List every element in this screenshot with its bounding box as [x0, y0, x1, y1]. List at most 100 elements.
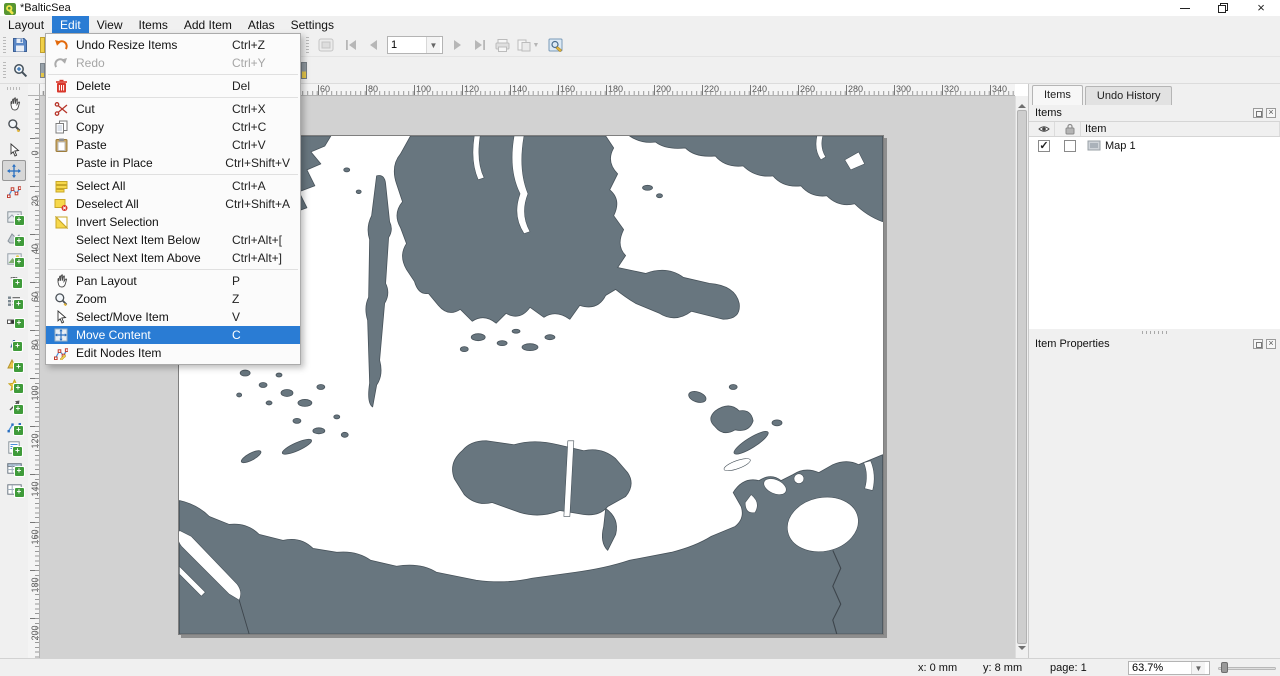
- minimize-button[interactable]: [1166, 0, 1204, 16]
- menu-item-delete[interactable]: Delete Del: [46, 77, 300, 95]
- last-feature-button[interactable]: [469, 34, 491, 56]
- tab-items[interactable]: Items: [1032, 85, 1083, 105]
- trash-icon: [49, 79, 73, 93]
- tab-undo-history[interactable]: Undo History: [1085, 86, 1173, 105]
- menu-separator: [48, 269, 298, 270]
- ruler-label: 340: [992, 84, 1007, 94]
- menu-item-paste-in-place[interactable]: Paste in Place Ctrl+Shift+V: [46, 154, 300, 172]
- zoom-in-button[interactable]: [9, 59, 31, 81]
- lock-checkbox[interactable]: [1064, 140, 1076, 152]
- cursor-x-readout: x: 0 mm: [918, 662, 957, 674]
- ruler-label: 60: [320, 84, 330, 94]
- add-legend-tool[interactable]: [2, 290, 26, 311]
- menu-item-copy[interactable]: Copy Ctrl+C: [46, 118, 300, 136]
- scrollbar-thumb[interactable]: [1017, 110, 1027, 644]
- ruler-label: 180: [30, 572, 40, 598]
- visibility-checkbox[interactable]: [1038, 140, 1050, 152]
- restore-button[interactable]: [1204, 0, 1242, 16]
- add-scalebar-tool[interactable]: [2, 311, 26, 332]
- item-row-map[interactable]: Map 1: [1029, 137, 1280, 154]
- menu-item-select-next-item-below[interactable]: Select Next Item Below Ctrl+Alt+[: [46, 231, 300, 249]
- float-panel-button[interactable]: [1253, 339, 1263, 349]
- menu-item-select-all[interactable]: Select All Ctrl+A: [46, 177, 300, 195]
- ruler-label: 220: [704, 84, 719, 94]
- ruler-label: 320: [944, 84, 959, 94]
- add-arrow-tool[interactable]: [2, 395, 26, 416]
- add-3d-map-tool[interactable]: [2, 227, 26, 248]
- ruler-label: 180: [608, 84, 623, 94]
- pan-layout-tool[interactable]: [2, 93, 26, 114]
- atlas-settings-button[interactable]: [545, 34, 567, 56]
- preview-atlas-button[interactable]: [315, 34, 337, 56]
- menu-item-shortcut: Ctrl+V: [232, 138, 290, 152]
- zoom-level-input[interactable]: [1129, 662, 1191, 674]
- move-content-tool[interactable]: [2, 160, 26, 181]
- close-button[interactable]: ×: [1242, 0, 1280, 16]
- zoom-slider-handle[interactable]: [1221, 662, 1228, 673]
- menu-edit[interactable]: Edit: [52, 16, 89, 33]
- close-panel-button[interactable]: [1266, 339, 1276, 349]
- cursor-icon: [8, 143, 21, 157]
- close-panel-button[interactable]: [1266, 108, 1276, 118]
- menu-items[interactable]: Items: [131, 16, 176, 33]
- ruler-label: 300: [896, 84, 911, 94]
- scroll-down-icon[interactable]: [1018, 646, 1026, 654]
- item-column-header: Item: [1081, 122, 1280, 136]
- export-atlas-button[interactable]: ▼: [513, 34, 543, 56]
- menu-settings[interactable]: Settings: [283, 16, 342, 33]
- add-north-arrow-tool[interactable]: A: [2, 332, 26, 353]
- previous-feature-button[interactable]: [362, 34, 384, 56]
- menu-layout[interactable]: Layout: [0, 16, 52, 33]
- scroll-up-icon[interactable]: [1018, 100, 1026, 108]
- ruler-corner: [28, 84, 40, 96]
- menu-add-item[interactable]: Add Item: [176, 16, 240, 33]
- toolbar-grip[interactable]: [306, 37, 309, 53]
- atlas-page-input[interactable]: [388, 37, 426, 53]
- chevron-down-icon[interactable]: ▼: [426, 37, 440, 53]
- ruler-label: 160: [30, 524, 40, 550]
- atlas-page-combobox[interactable]: ▼: [387, 36, 443, 54]
- edit-nodes-item-tool[interactable]: [2, 181, 26, 202]
- menu-item-pan-layout[interactable]: Pan Layout P: [46, 272, 300, 290]
- add-html-tool[interactable]: [2, 437, 26, 458]
- add-marker-tool[interactable]: [2, 374, 26, 395]
- chevron-down-icon[interactable]: ▼: [1191, 662, 1205, 674]
- menu-item-deselect-all[interactable]: Deselect All Ctrl+Shift+A: [46, 195, 300, 213]
- canvas-vertical-scrollbar[interactable]: [1015, 96, 1028, 658]
- save-project-button[interactable]: [9, 34, 31, 56]
- menu-atlas[interactable]: Atlas: [240, 16, 283, 33]
- menu-item-zoom[interactable]: Zoom Z: [46, 290, 300, 308]
- zoom-tool[interactable]: [2, 114, 26, 135]
- menu-item-move-content[interactable]: Move Content C: [46, 326, 300, 344]
- add-label-tool[interactable]: T: [2, 269, 26, 290]
- add-fixed-table-tool[interactable]: [2, 479, 26, 500]
- menu-item-undo-resize-items[interactable]: Undo Resize Items Ctrl+Z: [46, 36, 300, 54]
- add-picture-tool[interactable]: [2, 248, 26, 269]
- add-shape-tool[interactable]: [2, 353, 26, 374]
- menu-item-redo[interactable]: Redo Ctrl+Y: [46, 54, 300, 72]
- next-feature-button[interactable]: [447, 34, 469, 56]
- panel-splitter[interactable]: [1029, 329, 1280, 336]
- float-panel-button[interactable]: [1253, 108, 1263, 118]
- toolbar-grip[interactable]: [3, 62, 6, 78]
- toolbar-grip[interactable]: [3, 37, 6, 53]
- select-move-item-tool[interactable]: [2, 139, 26, 160]
- toolbar-grip[interactable]: [7, 87, 21, 90]
- menu-item-invert-selection[interactable]: Invert Selection: [46, 213, 300, 231]
- menu-item-paste[interactable]: Paste Ctrl+V: [46, 136, 300, 154]
- menu-item-edit-nodes-item[interactable]: Edit Nodes Item: [46, 344, 300, 362]
- add-attribute-table-icon: [7, 463, 22, 474]
- add-map-tool[interactable]: [2, 206, 26, 227]
- menu-item-select-next-item-above[interactable]: Select Next Item Above Ctrl+Alt+]: [46, 249, 300, 267]
- magnifier-icon: [7, 118, 21, 132]
- add-node-item-tool[interactable]: [2, 416, 26, 437]
- menu-item-select-move-item[interactable]: Select/Move Item V: [46, 308, 300, 326]
- items-panel-header: Items: [1029, 105, 1280, 121]
- menu-view[interactable]: View: [89, 16, 131, 33]
- menu-item-cut[interactable]: Cut Ctrl+X: [46, 100, 300, 118]
- first-feature-button[interactable]: [340, 34, 362, 56]
- ruler-label: 20: [30, 188, 40, 214]
- add-attribute-table-tool[interactable]: [2, 458, 26, 479]
- zoom-level-combobox[interactable]: ▼: [1128, 661, 1210, 675]
- print-atlas-button[interactable]: [491, 34, 513, 56]
